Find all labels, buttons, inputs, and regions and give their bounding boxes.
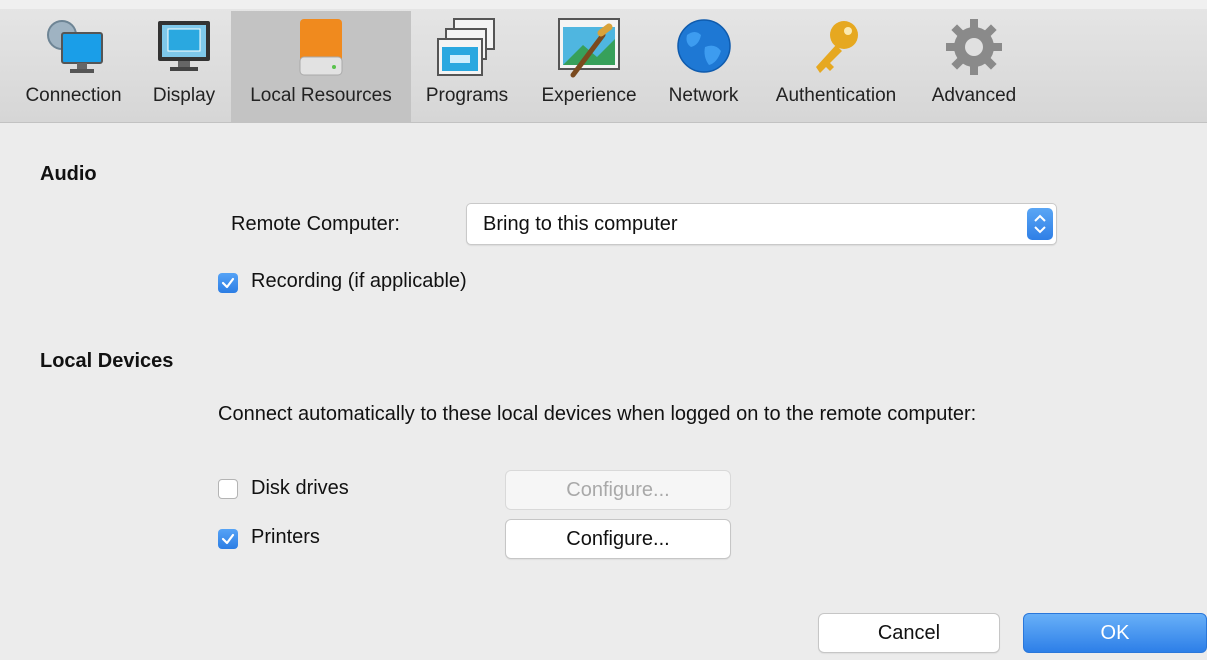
tab-label: Authentication — [775, 85, 897, 106]
local-resources-icon — [231, 11, 411, 83]
title-strip — [0, 0, 1207, 9]
tab-label: Advanced — [931, 85, 1017, 106]
tab-display[interactable]: Display — [140, 11, 228, 122]
tab-label: Display — [152, 85, 216, 106]
disk-drives-checkbox[interactable] — [218, 479, 238, 499]
disk-drives-label: Disk drives — [251, 477, 349, 499]
network-icon — [655, 11, 752, 83]
authentication-icon — [757, 11, 915, 83]
remote-computer-value: Bring to this computer — [483, 213, 678, 235]
tab-connection[interactable]: Connection — [10, 11, 137, 122]
tab-label: Programs — [425, 85, 509, 106]
audio-section-title: Audio — [40, 163, 97, 185]
tab-network[interactable]: Network — [655, 11, 752, 122]
checkmark-icon — [221, 277, 235, 289]
tab-advanced[interactable]: Advanced — [920, 11, 1028, 122]
tab-authentication[interactable]: Authentication — [757, 11, 915, 122]
experience-icon — [528, 11, 650, 83]
remote-computer-select[interactable]: Bring to this computer — [466, 203, 1057, 245]
local-devices-description: Connect automatically to these local dev… — [218, 403, 977, 425]
tab-local-resources[interactable]: Local Resources — [231, 11, 411, 122]
tab-label: Connection — [25, 85, 122, 106]
ok-button[interactable]: OK — [1023, 613, 1207, 653]
display-icon — [140, 11, 228, 83]
cancel-button[interactable]: Cancel — [818, 613, 1000, 653]
checkmark-icon — [221, 533, 235, 545]
tab-label: Network — [668, 85, 739, 106]
tab-experience[interactable]: Experience — [528, 11, 650, 122]
preferences-toolbar: Connection Display Local Resources Progr… — [0, 0, 1207, 123]
tab-label: Local Resources — [250, 85, 392, 106]
connection-icon — [10, 11, 137, 83]
tab-programs[interactable]: Programs — [414, 11, 520, 122]
advanced-icon — [920, 11, 1028, 83]
disk-drives-configure-button[interactable]: Configure... — [505, 470, 731, 510]
printers-label: Printers — [251, 526, 320, 548]
local-devices-section-title: Local Devices — [40, 350, 174, 372]
tab-label: Experience — [541, 85, 637, 106]
printers-configure-button[interactable]: Configure... — [505, 519, 731, 559]
printers-checkbox[interactable] — [218, 529, 238, 549]
recording-label: Recording (if applicable) — [251, 270, 467, 292]
programs-icon — [414, 11, 520, 83]
select-stepper-icon[interactable] — [1027, 208, 1053, 240]
recording-checkbox[interactable] — [218, 273, 238, 293]
remote-computer-label: Remote Computer: — [231, 213, 400, 235]
